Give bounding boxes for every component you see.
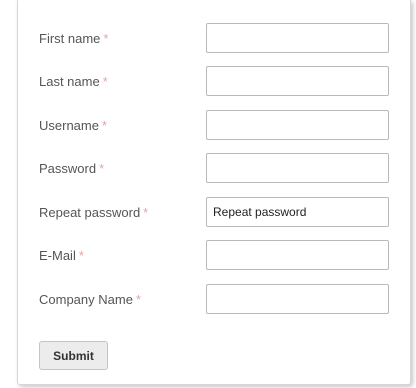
repeat-password-label-text: Repeat password [39,205,141,220]
required-marker: * [102,74,108,89]
last-name-input[interactable] [206,66,389,96]
email-label: E-Mail * [39,248,84,264]
required-marker: * [103,31,109,46]
required-marker: * [135,292,141,307]
required-marker: * [78,248,84,263]
required-marker: * [101,118,108,133]
email-label-text: E-Mail [39,248,76,263]
password-label: Password * [39,161,104,177]
username-input[interactable] [206,110,389,140]
repeat-password-label: Repeat password * [39,205,148,221]
company-name-label: Company Name * [39,292,141,308]
submit-button[interactable]: Submit [39,341,108,370]
first-name-label: First name * [39,31,108,47]
registration-form: First name * Last name * Username * Passwor… [17,0,411,385]
email-input[interactable] [206,240,389,270]
repeat-password-input[interactable] [206,197,389,227]
first-name-label-text: First name [39,31,101,46]
page: First name * Last name * Username * Passwor… [0,0,416,388]
username-label: Username * [39,118,107,134]
last-name-label-text: Last name [39,74,100,89]
company-name-input[interactable] [206,284,389,314]
company-name-label-text: Company Name [39,292,133,307]
first-name-input[interactable] [206,23,389,53]
password-label-text: Password [39,161,97,176]
username-label-text: Username [39,118,99,133]
required-marker: * [99,161,105,176]
required-marker: * [143,205,149,220]
last-name-label: Last name * [39,74,108,90]
password-input[interactable] [206,153,389,183]
